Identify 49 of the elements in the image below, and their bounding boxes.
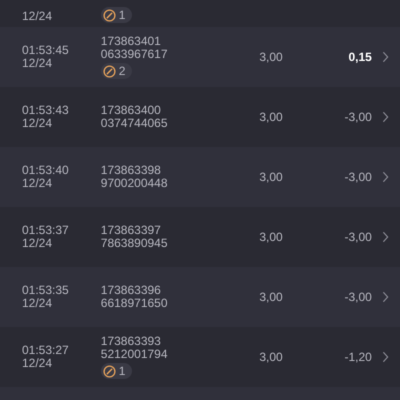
bet-result: -1,20 [344,350,372,364]
bet-date: 12/24 [22,177,54,190]
bet-date: 12/24 [22,10,54,23]
badge-count: 1 [118,364,126,378]
bet-amount: 3,00 [259,170,284,184]
bet-amount: 3,00 [259,230,284,244]
bet-result: -3,00 [344,110,372,124]
bet-result: -3,00 [344,290,372,304]
chevron-right-icon [382,111,390,123]
bet-code: 9700200448 [100,177,169,190]
bet-amount: 3,00 [259,290,284,304]
bet-date: 12/24 [22,297,54,310]
bet-id: 173863398 [100,164,162,177]
bet-time: 01:53:27 [22,344,70,357]
bet-date: 12/24 [22,57,54,70]
bet-id: 173863396 [100,284,162,297]
bet-amount: 3,00 [259,50,284,64]
bet-time: 01:53:43 [22,104,70,117]
bet-row-background[interactable]: 01:53:35 12/24 173863396 6618971650 3,00 -3,00 [0,267,400,327]
chevron-right-icon [382,231,390,243]
bet-time: 01:53:35 [22,284,70,297]
bet-date: 12/24 [22,117,54,130]
bet-result: -3,00 [344,170,372,184]
chevron-right-icon [382,51,390,63]
bet-time: 01:53:45 [22,44,70,57]
chevron-right-icon [382,351,390,363]
bet-id: 173863401 [100,35,162,48]
bet-code: 0374744065 [100,117,169,130]
badge-count: 1 [118,8,126,22]
bet-amount: 3,00 [259,110,284,124]
bet-result: -3,00 [344,230,372,244]
bet-result: 0,15 [348,50,372,64]
bet-date: 12/24 [22,357,54,370]
chevron-right-icon [382,171,390,183]
badge-count: 2 [118,64,126,78]
bet-code: 5212001794 [100,348,169,361]
bet-time: 01:53:37 [22,224,70,237]
chevron-right-icon [382,291,390,303]
bet-id: 173863393 [100,335,162,348]
bet-code: 0633967617 [100,48,169,61]
bet-id: 173863397 [100,224,162,237]
bet-code: 7863890945 [100,237,169,250]
bet-code: 6618971650 [100,297,169,310]
bet-amount: 3,00 [259,350,284,364]
bet-time: 01:53:40 [22,164,70,177]
bet-row-background[interactable]: 01:53:45 12/24 173863401 0633967617 2 3,00 0,15 [0,27,400,87]
bet-row-background[interactable]: 01:53:40 12/24 173863398 9700200448 3,00 -3,00 [0,147,400,207]
bet-id: 173863400 [100,104,162,117]
bet-date: 12/24 [22,237,54,250]
